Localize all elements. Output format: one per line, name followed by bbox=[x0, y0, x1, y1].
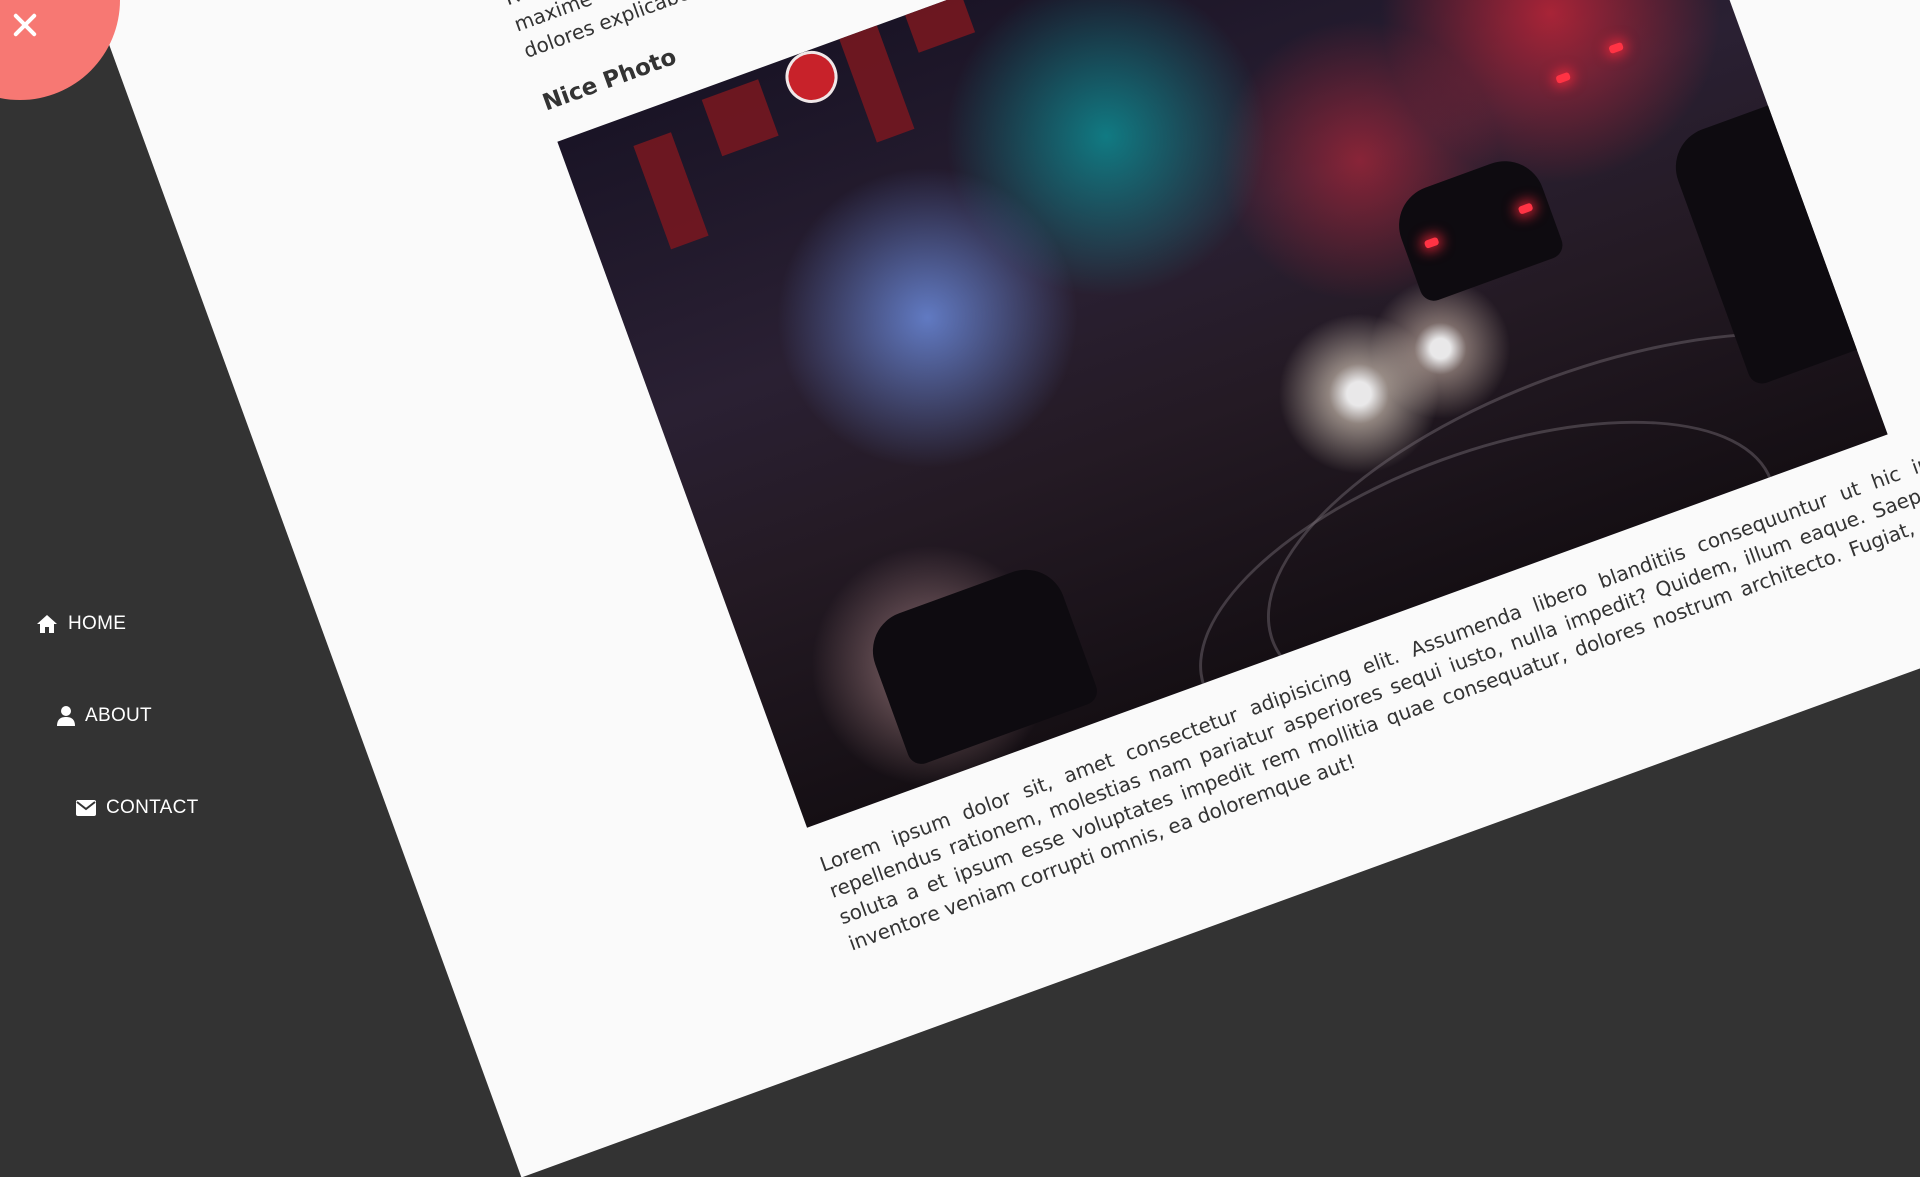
close-icon bbox=[10, 10, 40, 40]
rotated-page: A... Lorem ipsum dolor sit amet, consect… bbox=[0, 0, 1920, 1177]
traffic-light-shape bbox=[633, 132, 709, 250]
envelope-icon bbox=[76, 800, 96, 816]
no-entry-sign bbox=[778, 43, 845, 111]
nav-item-contact[interactable]: CONTACT bbox=[76, 797, 199, 819]
car-shape bbox=[861, 558, 1101, 768]
car-shape bbox=[1387, 149, 1567, 305]
nav-item-label: ABOUT bbox=[85, 705, 152, 726]
nav-item-label: HOME bbox=[68, 613, 127, 634]
nav-item-home[interactable]: HOME bbox=[36, 613, 126, 635]
traffic-light-shape bbox=[701, 79, 779, 157]
home-icon bbox=[37, 615, 57, 633]
nav-item-about[interactable]: ABOUT bbox=[57, 705, 152, 727]
nav-item-label: CONTACT bbox=[106, 797, 199, 818]
article-content: A... Lorem ipsum dolor sit amet, consect… bbox=[491, 0, 1920, 957]
close-menu-button[interactable] bbox=[0, 0, 120, 100]
traffic-light-shape bbox=[898, 0, 976, 53]
traffic-light-shape bbox=[835, 16, 915, 143]
tail-light bbox=[1608, 41, 1625, 55]
tail-light bbox=[1555, 71, 1572, 85]
user-icon bbox=[57, 706, 75, 726]
